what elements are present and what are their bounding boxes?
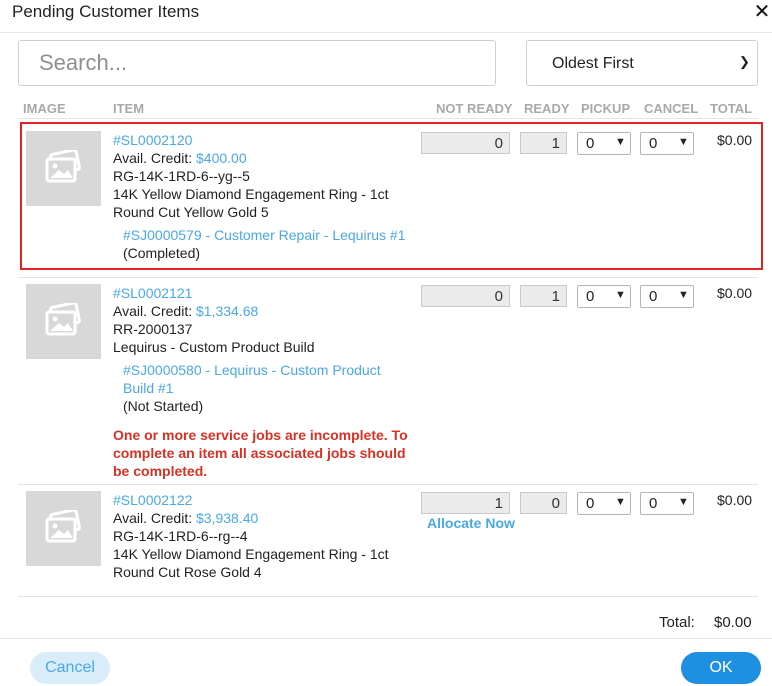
sort-select[interactable]: Oldest First ❯ [526, 40, 758, 86]
credit-line: Avail. Credit: $1,334.68 [113, 303, 258, 319]
cancel-value: 0 [649, 288, 658, 305]
row-divider [18, 484, 758, 485]
item-description: Round Cut Rose Gold 4 [113, 564, 262, 580]
sales-line-link[interactable]: #SL0002121 [113, 285, 192, 301]
item-description: 14K Yellow Diamond Engagement Ring - 1ct [113, 546, 389, 562]
incomplete-jobs-warning: One or more service jobs are incomplete.… [113, 427, 408, 479]
not-ready-qty: 1 [421, 492, 510, 514]
chevron-down-icon: ▼ [678, 496, 689, 508]
chevron-down-icon: ▼ [615, 496, 626, 508]
row-total: $0.00 [717, 285, 753, 301]
pickup-value: 0 [586, 288, 595, 305]
ready-qty: 0 [520, 492, 567, 514]
grand-total-value: $0.00 [714, 614, 752, 631]
pickup-select[interactable]: 0 ▼ [577, 285, 631, 308]
divider [0, 32, 772, 33]
search-input[interactable] [18, 40, 496, 86]
job-status: (Not Started) [123, 398, 204, 414]
cancel-value: 0 [649, 495, 658, 512]
cancel-select[interactable]: 0 ▼ [640, 285, 694, 308]
chevron-down-icon: ▼ [615, 289, 626, 301]
column-header-total: TOTAL [710, 101, 753, 116]
chevron-down-icon: ❯ [739, 54, 750, 69]
cancel-select[interactable]: 0 ▼ [640, 492, 694, 515]
column-header-cancel: CANCEL [644, 101, 699, 116]
grand-total-label: Total: [659, 614, 695, 631]
row-divider [18, 118, 758, 119]
row-divider [18, 596, 758, 597]
column-header-ready: READY [524, 101, 570, 116]
pickup-select[interactable]: 0 ▼ [577, 492, 631, 515]
pickup-value: 0 [586, 495, 595, 512]
credit-amount: $3,938.40 [196, 510, 259, 526]
sku-text: RG-14K-1RD-6--rg--4 [113, 528, 248, 544]
credit-label: Avail. Credit: [113, 510, 193, 526]
credit-line: Avail. Credit: $3,938.40 [113, 510, 258, 526]
chevron-down-icon: ▼ [678, 289, 689, 301]
item-image-placeholder [26, 491, 101, 566]
image-icon [45, 303, 81, 336]
column-header-not-ready: NOT READY [436, 101, 513, 116]
allocate-now-link[interactable]: Allocate Now [427, 515, 515, 531]
credit-label: Avail. Credit: [113, 303, 193, 319]
column-header-pickup: PICKUP [581, 101, 631, 116]
service-job-link[interactable]: #SJ0000580 - Lequirus - Custom Product [123, 361, 381, 379]
credit-amount: $1,334.68 [196, 303, 259, 319]
cancel-button[interactable]: Cancel [30, 652, 110, 684]
close-icon[interactable]: ✕ [752, 1, 772, 23]
sku-text: RR-2000137 [113, 321, 193, 337]
ready-qty: 1 [520, 285, 567, 307]
image-icon [45, 510, 81, 543]
selected-row-highlight [20, 122, 763, 270]
dialog-title: Pending Customer Items [12, 2, 200, 21]
column-header-image: IMAGE [23, 101, 66, 116]
not-ready-qty: 0 [421, 285, 510, 307]
sort-selected-label: Oldest First [552, 55, 634, 72]
row-divider [18, 277, 758, 278]
column-header-item: ITEM [113, 101, 145, 116]
service-job-link[interactable]: Build #1 [123, 379, 174, 397]
ok-button[interactable]: OK [681, 652, 761, 684]
item-description: Lequirus - Custom Product Build [113, 339, 315, 355]
sales-line-link[interactable]: #SL0002122 [113, 492, 192, 508]
divider [0, 638, 772, 639]
item-image-placeholder [26, 284, 101, 359]
row-total: $0.00 [717, 492, 753, 508]
